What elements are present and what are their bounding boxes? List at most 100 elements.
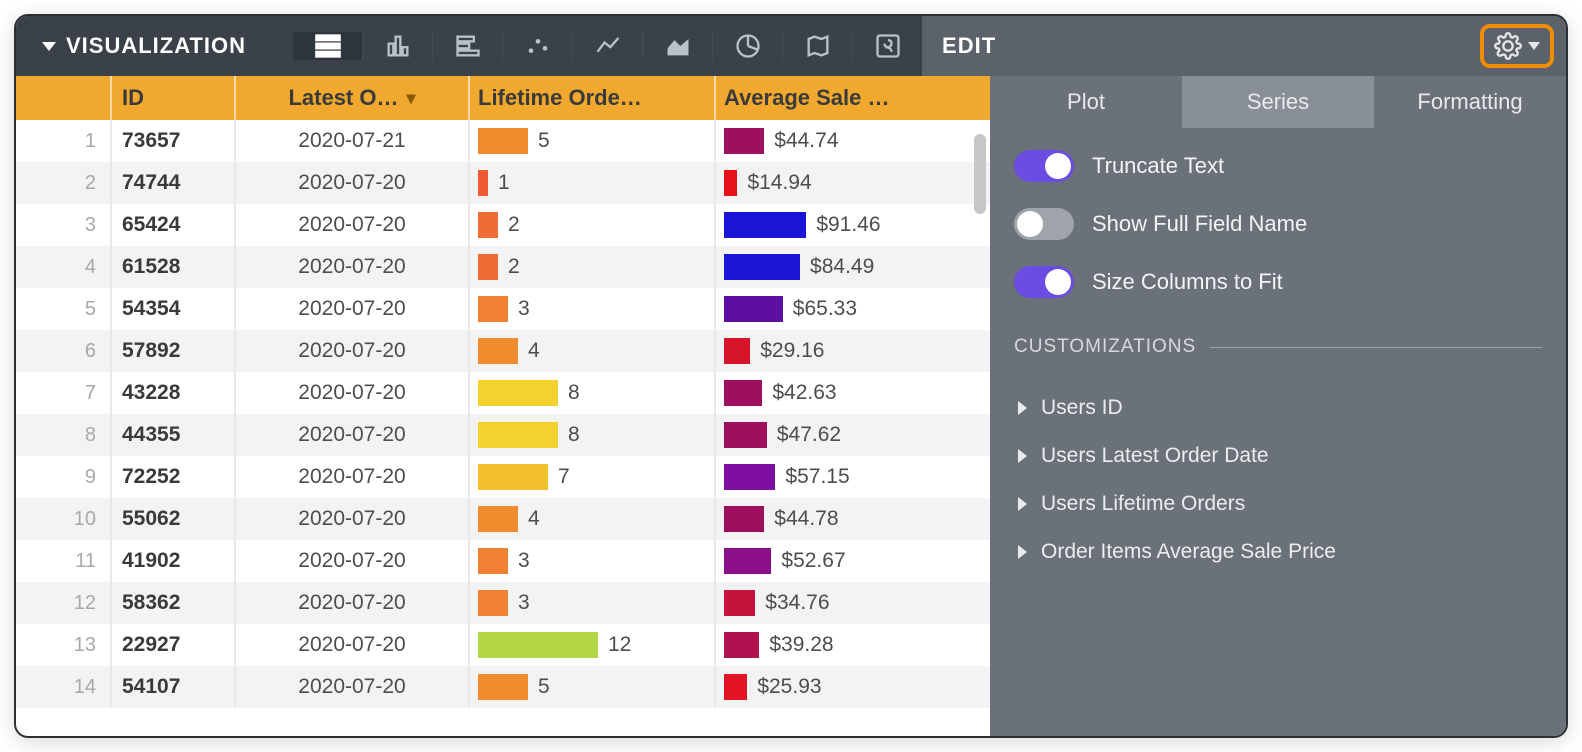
viz-pie-icon[interactable] — [712, 32, 782, 60]
caret-down-icon — [1528, 42, 1540, 50]
customization-item[interactable]: Users Latest Order Date — [1014, 432, 1542, 480]
avg-bar — [724, 674, 747, 700]
table-row[interactable]: 4615282020-07-202$84.49 — [16, 246, 990, 288]
orders-bar — [478, 296, 508, 322]
table-row[interactable]: 9722522020-07-207$57.15 — [16, 456, 990, 498]
cell-latest-order: 2020-07-20 — [236, 624, 470, 666]
toggle-size-columns-to-fit[interactable] — [1014, 266, 1074, 298]
orders-bar — [478, 422, 558, 448]
row-number: 13 — [16, 624, 112, 666]
cell-lifetime-orders: 3 — [470, 582, 716, 624]
table-row[interactable]: 13229272020-07-2012$39.28 — [16, 624, 990, 666]
tab-formatting[interactable]: Formatting — [1374, 76, 1566, 128]
orders-bar — [478, 464, 548, 490]
cell-avg-sale: $65.33 — [716, 288, 990, 330]
avg-bar — [724, 254, 800, 280]
row-number: 12 — [16, 582, 112, 624]
orders-bar — [478, 380, 558, 406]
avg-bar — [724, 338, 750, 364]
col-header-lifetime-orders[interactable]: Lifetime Orde… — [470, 76, 716, 120]
avg-bar — [724, 170, 737, 196]
col-header-latest-order[interactable]: Latest O… ▾ — [236, 76, 470, 120]
toggle-truncate-text[interactable] — [1014, 150, 1074, 182]
row-number: 8 — [16, 414, 112, 456]
cell-latest-order: 2020-07-20 — [236, 414, 470, 456]
avg-value: $39.28 — [769, 633, 833, 657]
orders-value: 2 — [508, 255, 520, 279]
toggle-show-full-field-name[interactable] — [1014, 208, 1074, 240]
cell-id: 57892 — [112, 330, 236, 372]
row-number: 2 — [16, 162, 112, 204]
viz-column-icon[interactable] — [362, 32, 432, 60]
table-row[interactable]: 5543542020-07-203$65.33 — [16, 288, 990, 330]
avg-value: $84.49 — [810, 255, 874, 279]
avg-value: $44.78 — [774, 507, 838, 531]
table-row[interactable]: 3654242020-07-202$91.46 — [16, 204, 990, 246]
cell-latest-order: 2020-07-20 — [236, 456, 470, 498]
table-row[interactable]: 7432282020-07-208$42.63 — [16, 372, 990, 414]
viz-map-icon[interactable] — [782, 32, 852, 60]
avg-value: $47.62 — [777, 423, 841, 447]
cell-avg-sale: $84.49 — [716, 246, 990, 288]
cell-avg-sale: $47.62 — [716, 414, 990, 456]
caret-right-icon — [1018, 449, 1027, 463]
avg-bar — [724, 128, 764, 154]
visualization-toggle[interactable]: VISUALIZATION — [16, 33, 282, 59]
customization-item[interactable]: Users Lifetime Orders — [1014, 480, 1542, 528]
row-number: 10 — [16, 498, 112, 540]
row-number: 11 — [16, 540, 112, 582]
table-row[interactable]: 12583622020-07-203$34.76 — [16, 582, 990, 624]
orders-bar — [478, 674, 528, 700]
cell-id: 43228 — [112, 372, 236, 414]
table-row[interactable]: 14541072020-07-205$25.93 — [16, 666, 990, 708]
table-row[interactable]: 8443552020-07-208$47.62 — [16, 414, 990, 456]
table-row[interactable]: 2747442020-07-201$14.94 — [16, 162, 990, 204]
orders-bar — [478, 590, 508, 616]
row-number: 3 — [16, 204, 112, 246]
tab-series[interactable]: Series — [1182, 76, 1374, 128]
col-header-avg-sale[interactable]: Average Sale … — [716, 76, 990, 120]
cell-id: 54354 — [112, 288, 236, 330]
settings-gear-button[interactable] — [1480, 24, 1554, 68]
table-row[interactable]: 1736572020-07-215$44.74 — [16, 120, 990, 162]
cell-lifetime-orders: 5 — [470, 120, 716, 162]
viz-bar-icon[interactable] — [432, 32, 502, 60]
cell-lifetime-orders: 4 — [470, 498, 716, 540]
orders-bar — [478, 170, 488, 196]
cell-lifetime-orders: 4 — [470, 330, 716, 372]
row-number: 1 — [16, 120, 112, 162]
cell-avg-sale: $42.63 — [716, 372, 990, 414]
table-row[interactable]: 6578922020-07-204$29.16 — [16, 330, 990, 372]
top-toolbar: VISUALIZATION — [16, 16, 1566, 76]
viz-line-icon[interactable] — [572, 32, 642, 60]
orders-value: 12 — [608, 633, 631, 657]
scrollbar-thumb[interactable] — [974, 134, 986, 214]
viz-area-icon[interactable] — [642, 32, 712, 60]
avg-value: $34.76 — [765, 591, 829, 615]
col-header-rownum[interactable] — [16, 76, 112, 120]
cell-avg-sale: $91.46 — [716, 204, 990, 246]
orders-value: 1 — [498, 171, 510, 195]
customization-item[interactable]: Users ID — [1014, 384, 1542, 432]
orders-bar — [478, 254, 498, 280]
viz-scatter-icon[interactable] — [502, 32, 572, 60]
table-row[interactable]: 11419022020-07-203$52.67 — [16, 540, 990, 582]
viz-single-value-icon[interactable] — [852, 32, 922, 60]
avg-bar — [724, 506, 764, 532]
customization-item[interactable]: Order Items Average Sale Price — [1014, 528, 1542, 576]
col-header-id[interactable]: ID — [112, 76, 236, 120]
customization-label: Order Items Average Sale Price — [1041, 540, 1336, 564]
cell-lifetime-orders: 1 — [470, 162, 716, 204]
row-number: 6 — [16, 330, 112, 372]
cell-lifetime-orders: 12 — [470, 624, 716, 666]
cell-latest-order: 2020-07-21 — [236, 120, 470, 162]
cell-latest-order: 2020-07-20 — [236, 498, 470, 540]
data-table: ID Latest O… ▾ Lifetime Orde… Average Sa… — [16, 76, 990, 736]
table-row[interactable]: 10550622020-07-204$44.78 — [16, 498, 990, 540]
row-number: 5 — [16, 288, 112, 330]
tab-plot[interactable]: Plot — [990, 76, 1182, 128]
row-number: 9 — [16, 456, 112, 498]
viz-table-icon[interactable] — [292, 32, 362, 60]
visualization-title: VISUALIZATION — [66, 33, 246, 59]
cell-avg-sale: $39.28 — [716, 624, 990, 666]
